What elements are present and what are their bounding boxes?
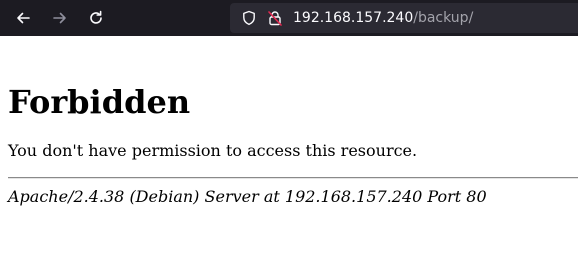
arrow-left-icon	[17, 12, 30, 24]
page-title: Forbidden	[8, 83, 191, 121]
url-host: 192.168.157.240	[293, 10, 414, 26]
reload-button[interactable]	[84, 6, 108, 30]
reload-icon	[90, 10, 102, 24]
error-message: You don't have permission to access this…	[8, 141, 418, 160]
browser-toolbar: 192.168.157.240/backup/	[0, 0, 578, 36]
back-button[interactable]	[11, 6, 35, 30]
shield-icon[interactable]	[241, 10, 257, 26]
arrow-right-icon	[53, 12, 66, 24]
address-bar[interactable]: 192.168.157.240/backup/	[230, 3, 578, 33]
insecure-lock-icon[interactable]	[267, 10, 283, 26]
divider	[8, 177, 578, 179]
server-signature: Apache/2.4.38 (Debian) Server at 192.168…	[8, 187, 487, 206]
forward-button[interactable]	[48, 6, 72, 30]
url-text[interactable]: 192.168.157.240/backup/	[293, 9, 473, 27]
url-path: /backup/	[413, 10, 474, 26]
